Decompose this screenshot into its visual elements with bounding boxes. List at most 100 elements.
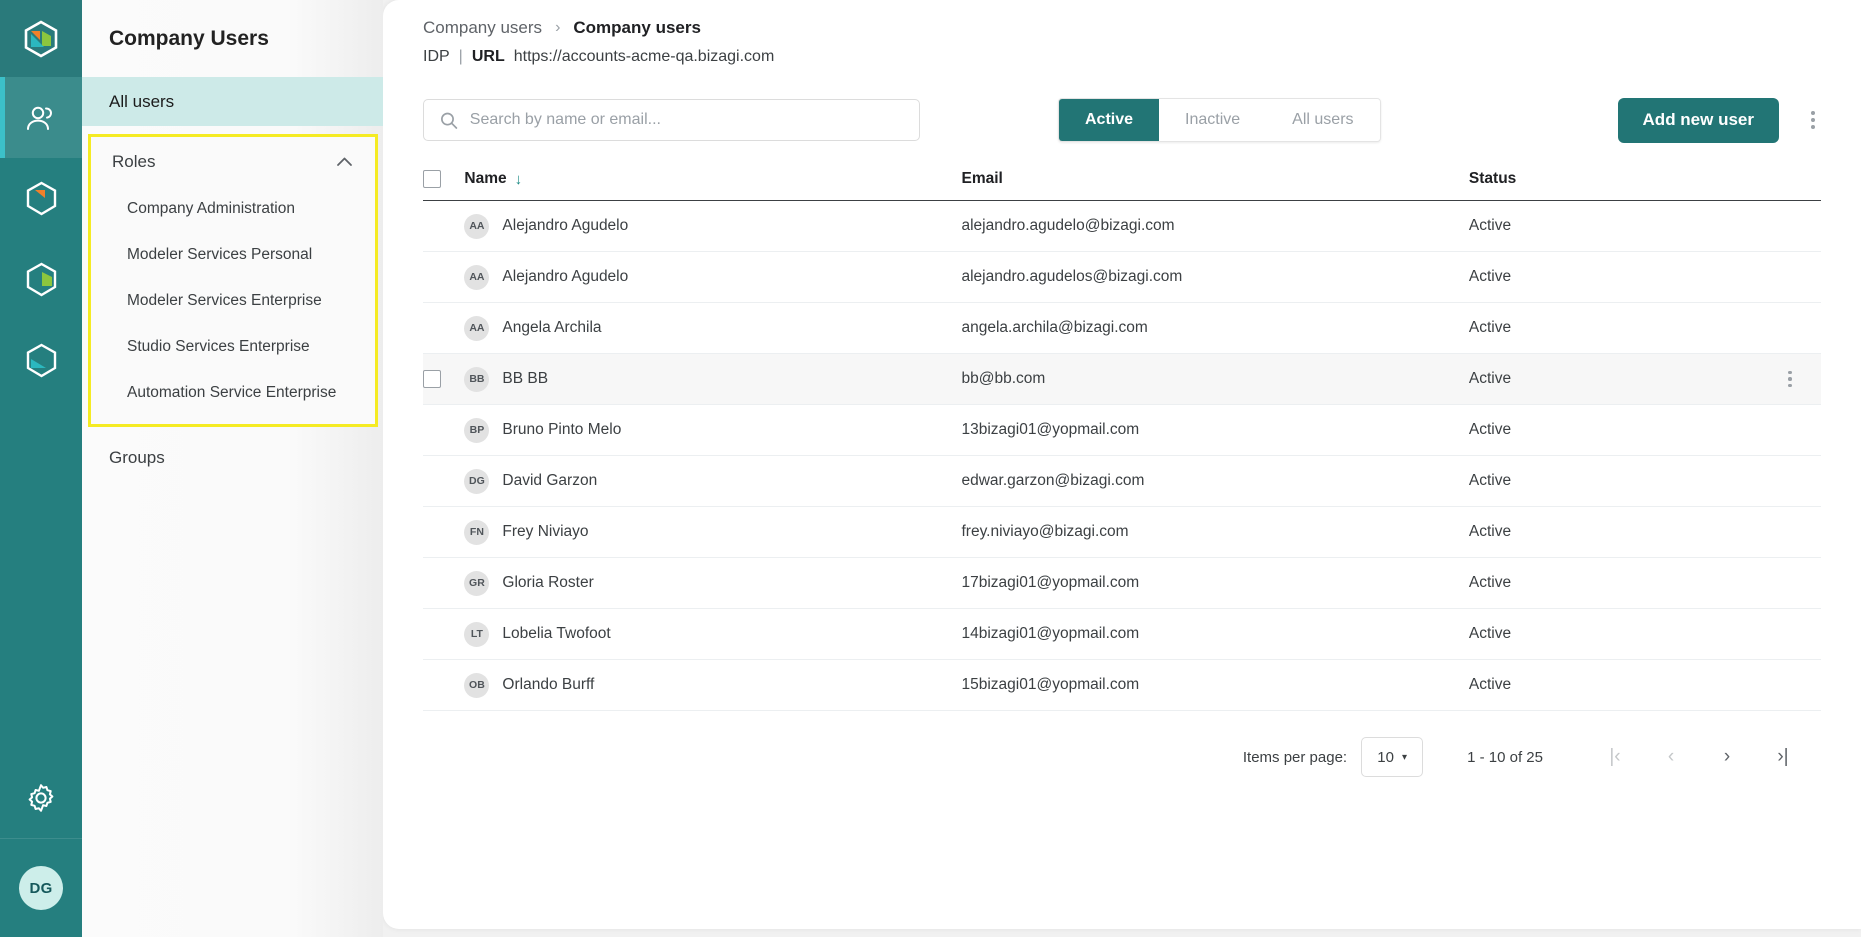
select-all-header: [423, 170, 465, 201]
row-name-cell: GR Gloria Roster: [464, 557, 962, 609]
rail-user-avatar[interactable]: DG: [0, 839, 82, 937]
status-badge: Active: [1468, 608, 1759, 660]
app-logo[interactable]: [0, 0, 82, 77]
table-head: Name ↓ Email Status: [423, 170, 1821, 201]
row-select-cell: [423, 302, 465, 354]
user-name: Gloria Roster: [502, 574, 594, 591]
role-label: Modeler Services Enterprise: [127, 292, 322, 309]
items-per-page-select[interactable]: 10 ▾: [1361, 737, 1424, 777]
rail-item-users[interactable]: [0, 77, 82, 158]
roles-section-highlight: Roles Company Administration Modeler Ser…: [88, 134, 378, 427]
arrow-down-icon: ↓: [514, 170, 523, 188]
avatar: AA: [464, 213, 490, 239]
sidebar-item-groups[interactable]: Groups: [82, 433, 383, 482]
user-email: angela.archila@bizagi.com: [961, 302, 1469, 354]
row-name-cell: LT Lobelia Twofoot: [464, 608, 962, 660]
row-actions-cell: [1758, 659, 1821, 711]
select-all-checkbox[interactable]: [423, 170, 441, 188]
main-area: Company users › Company users IDP | URL …: [383, 0, 1861, 937]
first-page-button[interactable]: |‹: [1587, 737, 1643, 777]
avatar: DG: [464, 468, 490, 494]
role-label: Studio Services Enterprise: [127, 338, 310, 355]
rail-item-studio[interactable]: [0, 239, 82, 320]
table-row[interactable]: LT Lobelia Twofoot 14bizagi01@yopmail.co…: [423, 608, 1821, 660]
column-header-email[interactable]: Email: [961, 170, 1469, 201]
status-badge: Active: [1468, 353, 1759, 405]
users-table: Name ↓ Email Status AA Alejandro Agudelo…: [423, 170, 1821, 711]
table-row[interactable]: OB Orlando Burff 15bizagi01@yopmail.com …: [423, 659, 1821, 711]
rail-item-modeler[interactable]: [0, 158, 82, 239]
sidebar-item-label: Groups: [109, 447, 165, 467]
avatar: BP: [464, 417, 490, 443]
filter-label: Inactive: [1185, 111, 1241, 128]
row-select-cell: [423, 404, 465, 456]
caret-down-icon: ▾: [1401, 751, 1407, 763]
user-email: 15bizagi01@yopmail.com: [961, 659, 1469, 711]
status-filter-group: Active Inactive All users: [1058, 98, 1381, 142]
table-row[interactable]: FN Frey Niviayo frey.niviayo@bizagi.com …: [423, 506, 1821, 558]
row-select-cell: [423, 200, 465, 252]
user-name: Bruno Pinto Melo: [502, 421, 622, 438]
sidebar-item-roles[interactable]: Roles: [91, 137, 375, 186]
filter-inactive[interactable]: Inactive: [1159, 99, 1267, 141]
user-name: BB BB: [502, 370, 549, 387]
row-select-cell: [423, 455, 465, 507]
status-badge: Active: [1468, 557, 1759, 609]
sidebar-role-modeler-services-enterprise[interactable]: Modeler Services Enterprise: [91, 278, 375, 324]
hexagon-green-icon: [26, 262, 56, 297]
status-badge: Active: [1468, 200, 1759, 252]
row-select-cell: [423, 557, 465, 609]
toolbar: Active Inactive All users Add new user: [423, 97, 1821, 143]
row-actions-cell: [1758, 404, 1821, 456]
sidebar-item-all-users[interactable]: All users: [82, 77, 383, 126]
breadcrumb-current: Company users: [573, 18, 701, 37]
chevron-up-icon: [337, 157, 352, 166]
breadcrumb-parent[interactable]: Company users: [423, 18, 542, 38]
status-badge: Active: [1468, 506, 1759, 558]
rail-item-automation[interactable]: [0, 320, 82, 401]
rail-item-settings[interactable]: [0, 757, 82, 839]
user-email: frey.niviayo@bizagi.com: [961, 506, 1469, 558]
table-row[interactable]: BB BB BB bb@bb.com Active: [423, 353, 1821, 405]
avatar: BB: [464, 366, 490, 392]
row-name-cell: BB BB BB: [464, 353, 962, 405]
url-label: URL: [471, 48, 505, 65]
row-actions-cell: [1758, 455, 1821, 507]
column-label: Status: [1468, 170, 1517, 187]
icon-rail: DG: [0, 0, 82, 937]
sidebar-role-modeler-services-personal[interactable]: Modeler Services Personal: [91, 232, 375, 278]
items-per-page-value: 10: [1377, 748, 1394, 766]
content-card: Company users › Company users IDP | URL …: [383, 0, 1861, 929]
filter-active[interactable]: Active: [1059, 99, 1160, 141]
row-name-cell: AA Angela Archila: [464, 302, 962, 354]
sidebar-item-label: All users: [109, 91, 175, 111]
table-row[interactable]: AA Alejandro Agudelo alejandro.agudelos@…: [423, 251, 1821, 303]
prev-page-button[interactable]: ‹: [1643, 737, 1699, 777]
sidebar-role-automation-service-enterprise[interactable]: Automation Service Enterprise: [91, 370, 375, 416]
column-header-name[interactable]: Name ↓: [464, 170, 962, 201]
roles-list: Company Administration Modeler Services …: [91, 186, 375, 424]
add-new-user-button[interactable]: Add new user: [1617, 97, 1779, 143]
table-row[interactable]: BP Bruno Pinto Melo 13bizagi01@yopmail.c…: [423, 404, 1821, 456]
sidebar-role-studio-services-enterprise[interactable]: Studio Services Enterprise: [91, 324, 375, 370]
last-page-button[interactable]: ›|: [1755, 737, 1811, 777]
avatar: OB: [464, 672, 490, 698]
search-input[interactable]: [469, 111, 903, 129]
role-label: Company Administration: [127, 200, 295, 217]
row-actions-cell: [1758, 506, 1821, 558]
kebab-dot: [1811, 118, 1815, 122]
next-page-button[interactable]: ›: [1699, 737, 1755, 777]
table-row[interactable]: AA Angela Archila angela.archila@bizagi.…: [423, 302, 1821, 354]
table-row[interactable]: GR Gloria Roster 17bizagi01@yopmail.com …: [423, 557, 1821, 609]
table-row[interactable]: AA Alejandro Agudelo alejandro.agudelo@b…: [423, 200, 1821, 252]
sidebar-role-company-administration[interactable]: Company Administration: [91, 186, 375, 232]
column-header-status[interactable]: Status: [1468, 170, 1759, 201]
row-kebab-menu-icon[interactable]: [1759, 370, 1821, 388]
kebab-menu-icon[interactable]: [1805, 105, 1821, 135]
filter-all-users[interactable]: All users: [1266, 99, 1380, 141]
row-checkbox[interactable]: [423, 370, 441, 388]
hexagon-orange-icon: [26, 181, 56, 216]
table-row[interactable]: DG David Garzon edwar.garzon@bizagi.com …: [423, 455, 1821, 507]
user-email: 13bizagi01@yopmail.com: [961, 404, 1469, 456]
search-box[interactable]: [423, 99, 920, 141]
